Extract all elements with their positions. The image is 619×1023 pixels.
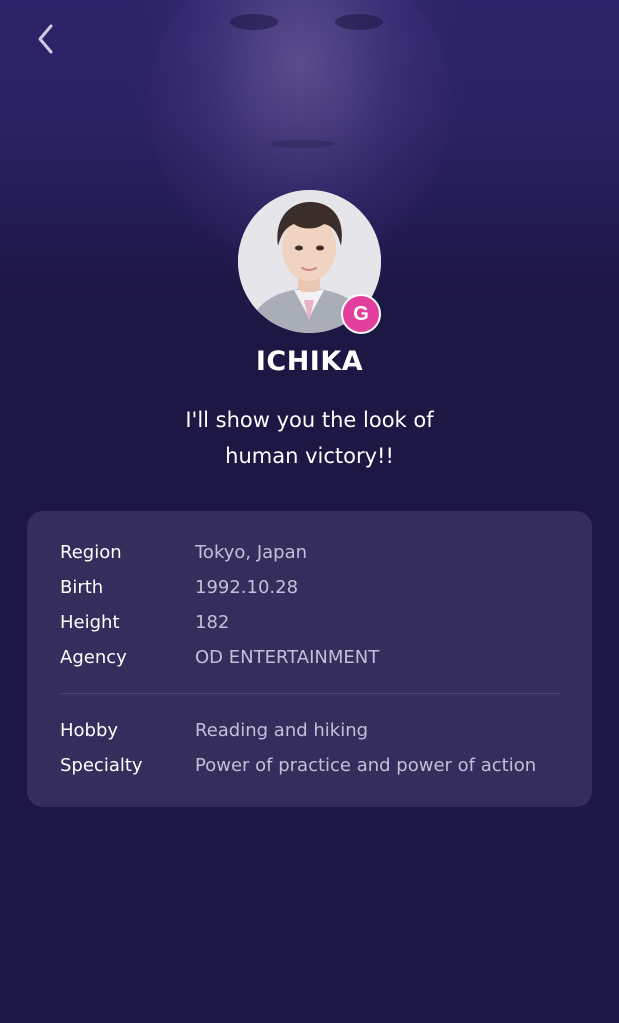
- profile-motto-line: human victory!!: [225, 444, 394, 468]
- info-label: Birth: [60, 577, 104, 598]
- info-row-birth: Birth 1992.10.28: [60, 570, 298, 605]
- info-row-specialty: Specialty Power of practice and power of…: [60, 748, 536, 783]
- profile-name: ICHIKA: [255, 346, 364, 377]
- info-value: Reading and hiking: [195, 720, 369, 741]
- hero-background-eye: [335, 14, 383, 30]
- info-value: OD ENTERTAINMENT: [195, 647, 380, 668]
- profile-info-card: Region Tokyo, Japan Birth 1992.10.28 Hei…: [27, 511, 592, 807]
- info-row-hobby: Hobby Reading and hiking: [60, 713, 368, 748]
- info-row-region: Region Tokyo, Japan: [60, 535, 307, 570]
- back-button[interactable]: [30, 20, 66, 60]
- profile-avatar-container: G: [238, 190, 381, 334]
- info-row-height: Height 182: [60, 605, 229, 640]
- profile-motto-line: I'll show you the look of: [185, 408, 434, 432]
- info-label: Height: [60, 612, 120, 633]
- info-label: Agency: [60, 647, 127, 668]
- info-label: Specialty: [60, 755, 143, 776]
- profile-motto: I'll show you the look of human victory!…: [100, 402, 519, 474]
- chevron-left-icon: [38, 24, 53, 54]
- info-value: Power of practice and power of action: [195, 755, 537, 776]
- info-label: Region: [60, 542, 122, 563]
- info-value: 182: [195, 612, 230, 633]
- info-value: 1992.10.28: [195, 577, 299, 598]
- info-label: Hobby: [60, 720, 119, 741]
- info-divider: [60, 693, 560, 694]
- hero-background-eye: [230, 14, 278, 30]
- info-value: Tokyo, Japan: [195, 542, 308, 563]
- info-row-agency: Agency OD ENTERTAINMENT: [60, 640, 379, 675]
- grade-badge: G: [341, 294, 381, 334]
- hero-background-mouth: [270, 140, 335, 148]
